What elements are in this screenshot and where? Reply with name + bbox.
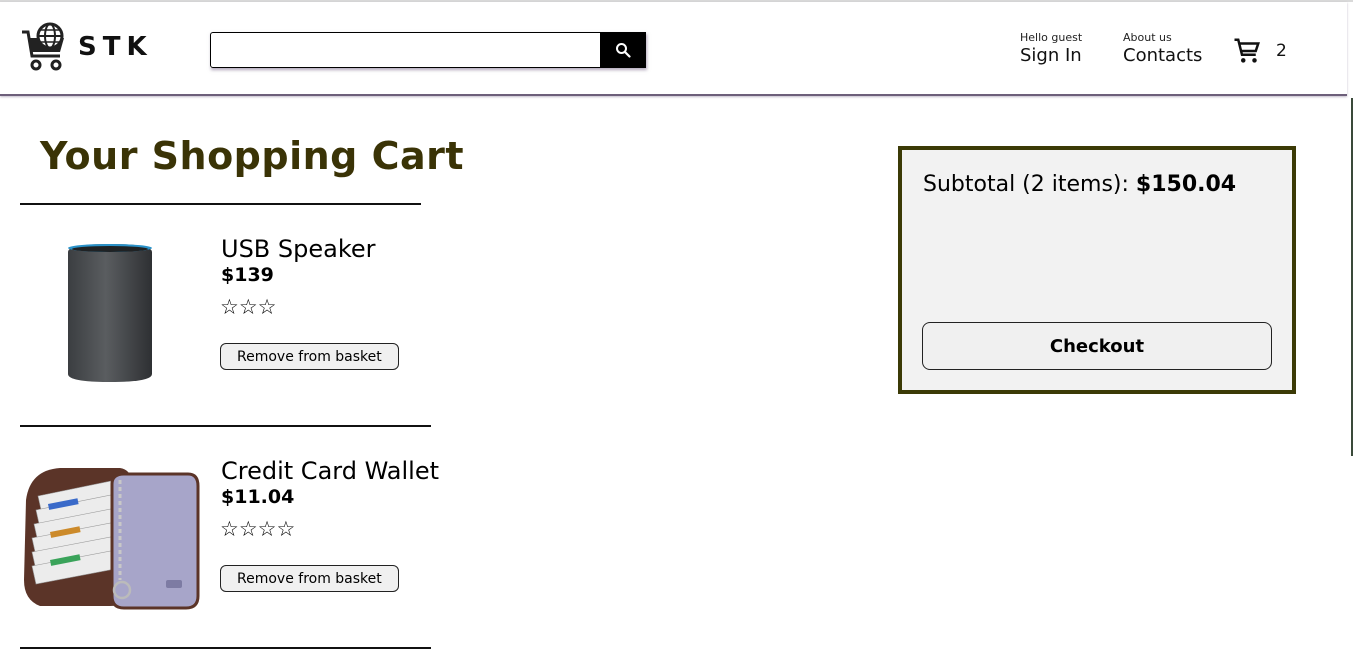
signin-link[interactable]: Hello guest Sign In	[1020, 32, 1082, 68]
logo[interactable]: STK	[20, 22, 153, 72]
rating-stars: ☆☆☆	[220, 295, 277, 319]
item-price: $11.04	[221, 486, 295, 508]
rating-stars: ☆☆☆☆	[220, 517, 296, 541]
contacts-caption: About us	[1123, 31, 1172, 44]
page-title: Your Shopping Cart	[40, 134, 465, 178]
item-name[interactable]: USB Speaker	[221, 235, 376, 263]
shopping-cart-icon	[1234, 38, 1260, 63]
cart-item: Credit Card Wallet $11.04 ☆☆☆☆ Remove fr…	[20, 427, 439, 649]
search-button[interactable]	[600, 32, 646, 68]
item-price: $139	[221, 264, 274, 286]
site-header: STK Hello guest Sign In About us Contact…	[0, 2, 1347, 96]
cart-count: 2	[1276, 41, 1287, 61]
logo-text: STK	[78, 32, 153, 62]
checkout-button[interactable]: Checkout	[922, 322, 1272, 370]
globe-cart-icon	[22, 22, 64, 71]
subtotal-value: $150.04	[1135, 172, 1237, 197]
cart-button[interactable]: 2	[1232, 36, 1287, 66]
item-divider	[20, 647, 431, 649]
order-summary: Subtotal (2 items): $150.04 Checkout	[898, 146, 1296, 394]
search-bar	[210, 32, 646, 68]
speaker-image	[20, 233, 200, 393]
contacts-link[interactable]: About us Contacts	[1123, 32, 1202, 68]
signin-greeting: Hello guest	[1020, 31, 1083, 44]
contacts-label: Contacts	[1123, 45, 1203, 66]
cart-item: USB Speaker $139 ☆☆☆ Remove from basket	[20, 205, 432, 427]
subtotal: Subtotal (2 items): $150.04	[923, 172, 1236, 197]
signin-label: Sign In	[1020, 45, 1082, 66]
wallet-image	[20, 455, 200, 615]
search-input[interactable]	[210, 32, 600, 68]
subtotal-label: Subtotal (2 items):	[923, 172, 1136, 197]
search-icon	[616, 43, 631, 58]
item-name[interactable]: Credit Card Wallet	[221, 457, 439, 485]
remove-from-basket-button[interactable]: Remove from basket	[220, 565, 399, 592]
remove-from-basket-button[interactable]: Remove from basket	[220, 343, 399, 370]
